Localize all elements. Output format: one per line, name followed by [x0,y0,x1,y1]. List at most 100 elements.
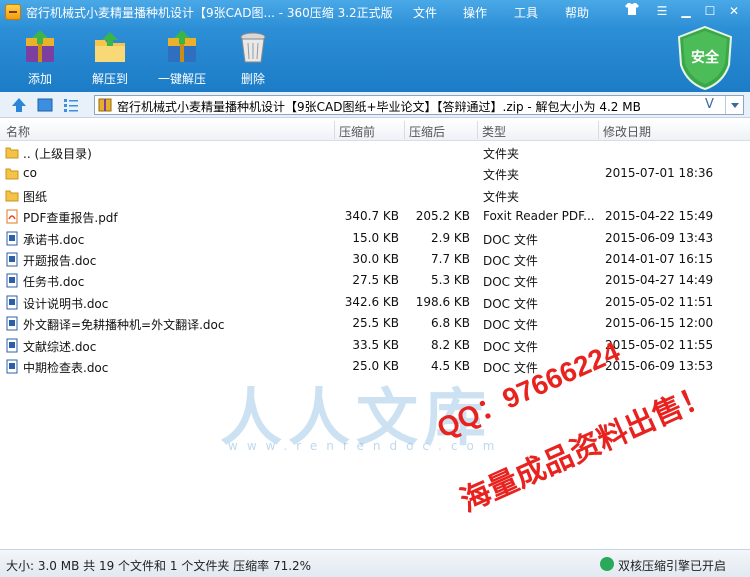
title-toolbar-area: 窑行机械式小麦精量播种机设计【9张CAD图... - 360压缩 3.2正式版 … [0,0,750,92]
file-modified: 2015-05-02 11:55 [605,337,714,352]
column-separator[interactable] [334,121,335,139]
doc-icon [5,338,19,353]
shirt-icon [625,3,639,15]
status-bar: 大小: 3.0 MB 共 19 个文件和 1 个文件夹 压缩率 71.2% 双核… [0,549,750,577]
file-size-before: 25.5 KB [352,316,399,331]
menu-file[interactable]: 文件 [413,4,437,21]
file-row[interactable]: 设计说明书.doc 342.6 KB 198.6 KB DOC 文件 2015-05-0… [0,292,750,313]
menu-help[interactable]: 帮助 [565,4,589,21]
list-header: 名称 压缩前 压缩后 类型 修改日期 [0,119,750,141]
zip-file-icon [98,98,112,112]
one-click-extract-button[interactable]: 一键解压 [152,30,212,90]
file-name: 设计说明书.doc [23,296,109,311]
list-view-icon[interactable] [62,96,80,114]
file-row[interactable]: 文献综述.doc 33.5 KB 8.2 KB DOC 文件 2015-05-02 11… [0,335,750,356]
file-name: 外文翻译=免耕播种机=外文翻译.doc [23,318,225,333]
file-size-before: 15.0 KB [352,230,399,245]
file-type: DOC 文件 [483,318,538,333]
folder-icon [5,145,19,160]
pdf-icon [5,209,19,224]
maximize-button[interactable]: ☐ [699,2,721,20]
file-list: 名称 压缩前 压缩后 类型 修改日期 .. (上级目录) 文件夹 cο 文件夹 2015… [0,119,750,549]
main-menu-button[interactable]: ☰ [651,2,673,20]
column-size-before[interactable]: 压缩前 [339,123,375,140]
address-path: 窑行机械式小麦精量播种机设计【9张CAD图纸+毕业论文】【答辩通过】.zip -… [117,100,641,114]
menu-tools[interactable]: 工具 [514,4,538,21]
address-v-mark: V [705,97,714,112]
delete-button[interactable]: 删除 [223,30,283,90]
file-modified: 2015-04-27 14:49 [605,273,714,288]
file-row[interactable]: cο 文件夹 2015-07-01 18:36 [0,163,750,184]
file-row[interactable]: 承诺书.doc 15.0 KB 2.9 KB DOC 文件 2015-06-09 13:… [0,228,750,249]
file-row[interactable]: 外文翻译=免耕播种机=外文翻译.doc 25.5 KB 6.8 KB DOC 文件 20… [0,313,750,334]
close-button[interactable]: ✕ [723,2,745,20]
file-size-after: 2.9 KB [431,230,470,245]
minimize-button[interactable]: ▁ [675,2,697,20]
file-row[interactable]: .. (上级目录) 文件夹 [0,142,750,163]
security-label: 安全 [691,50,719,66]
address-bar[interactable]: 窑行机械式小麦精量播种机设计【9张CAD图纸+毕业论文】【答辩通过】.zip -… [94,95,744,115]
file-size-after: 8.2 KB [431,337,470,352]
file-type: DOC 文件 [483,275,538,290]
extract-to-label: 解压到 [91,72,128,86]
file-name: cο [23,166,37,181]
file-size-before: 33.5 KB [352,337,399,352]
file-size-before: 30.0 KB [352,252,399,266]
file-row[interactable]: 开题报告.doc 30.0 KB 7.7 KB DOC 文件 2014-01-07 16… [0,249,750,270]
file-name: 文献综述.doc [23,339,97,354]
column-type[interactable]: 类型 [482,123,506,140]
up-arrow-icon[interactable] [10,96,28,114]
extract-to-button[interactable]: 解压到 [80,30,140,90]
file-name: .. (上级目录) [23,147,92,161]
menu-operation[interactable]: 操作 [463,4,487,21]
file-name: PDF查重报告.pdf [23,211,118,226]
address-row: 窑行机械式小麦精量播种机设计【9张CAD图纸+毕业论文】【答辩通过】.zip -… [0,92,750,118]
title-bar: 窑行机械式小麦精量播种机设计【9张CAD图... - 360压缩 3.2正式版 … [0,0,750,24]
file-row[interactable]: 任务书.doc 27.5 KB 5.3 KB DOC 文件 2015-04-27 14:… [0,270,750,291]
security-shield[interactable]: 安全 [675,25,735,91]
column-separator[interactable] [598,121,599,139]
column-size-after[interactable]: 压缩后 [409,123,445,140]
address-dropdown-button[interactable] [725,96,743,114]
folder-icon [5,166,19,181]
one-click-extract-label: 一键解压 [157,72,206,86]
file-row[interactable]: PDF查重报告.pdf 340.7 KB 205.2 KB Foxit Reader … [0,206,750,227]
thumbnail-view-icon[interactable] [36,96,54,114]
file-modified: 2015-05-02 11:51 [605,294,714,309]
archive-extract-icon [168,30,196,62]
skin-button[interactable] [621,2,643,20]
engine-status-icon [600,557,614,571]
file-size-after: 7.7 KB [431,252,470,266]
file-size-before: 27.5 KB [352,273,399,288]
file-type: DOC 文件 [483,296,538,311]
engine-status[interactable]: 双核压缩引擎已开启 [618,557,726,574]
add-button[interactable]: 添加 [10,30,70,90]
folder-extract-icon [95,32,125,62]
doc-icon [5,359,19,374]
doc-icon [5,273,19,288]
file-type: DOC 文件 [483,339,538,354]
file-type: DOC 文件 [483,254,538,268]
file-name: 图纸 [23,189,48,204]
file-type: 文件夹 [483,168,520,183]
file-name: 任务书.doc [23,275,85,290]
delete-label: 删除 [240,72,265,86]
file-modified: 2015-04-22 15:49 [605,209,714,224]
file-modified: 2015-07-01 18:36 [605,166,714,181]
column-modified[interactable]: 修改日期 [603,123,651,140]
window-title: 窑行机械式小麦精量播种机设计【9张CAD图... - 360压缩 3.2正式版 [26,6,393,20]
file-name: 承诺书.doc [23,232,85,247]
doc-icon [5,316,19,331]
file-size-before: 340.7 KB [344,209,399,224]
column-separator[interactable] [404,121,405,139]
file-modified: 2015-06-15 12:00 [605,316,714,331]
file-size-before: 342.6 KB [344,294,399,309]
column-name[interactable]: 名称 [6,123,30,140]
file-size-after: 5.3 KB [431,273,470,288]
doc-icon [5,252,19,267]
file-name: 中期检查表.doc [23,361,109,375]
column-separator[interactable] [477,121,478,139]
file-type: 文件夹 [483,189,520,204]
folder-icon [5,188,19,203]
file-row[interactable]: 图纸 文件夹 [0,185,750,206]
